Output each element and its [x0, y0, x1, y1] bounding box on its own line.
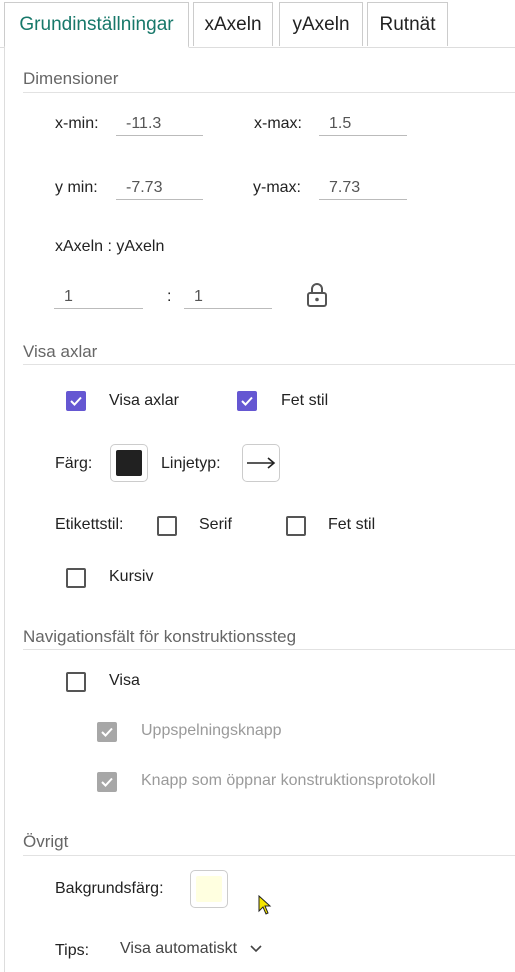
ymin-label: y min: [55, 179, 98, 196]
serif-label: Serif [199, 516, 232, 533]
ratio-y-input[interactable]: 1 [184, 285, 272, 309]
tab-rutnat[interactable]: Rutnät [367, 2, 448, 46]
chevron-down-icon [249, 945, 262, 953]
color-label: Färg: [55, 455, 93, 472]
tab-grundinstallningar[interactable]: Grundinställningar [4, 2, 189, 48]
arrow-right-icon [247, 457, 276, 469]
show-navigation-label: Visa [109, 672, 140, 689]
background-color-label: Bakgrundsfärg: [55, 880, 164, 897]
axis-ratio-label: xAxeln : yAxeln [55, 238, 165, 255]
axes-bold-label: Fet stil [281, 392, 329, 409]
serif-checkbox[interactable] [157, 516, 177, 536]
tips-dropdown[interactable]: Visa automatiskt [120, 940, 262, 962]
lock-icon[interactable] [306, 282, 328, 308]
tab-bar: Grundinställningar xAxeln yAxeln Rutnät [0, 0, 515, 48]
protocol-button-label: Knapp som öppnar konstruktionsprotokoll [141, 772, 436, 789]
italic-checkbox[interactable] [66, 568, 86, 588]
divider [23, 92, 515, 93]
background-color-swatch [196, 876, 222, 902]
ratio-x-input[interactable]: 1 [54, 285, 143, 309]
ymax-label: y-max: [253, 179, 301, 196]
axes-bold-checkbox[interactable] [237, 391, 257, 411]
xmin-input[interactable]: -11.3 [116, 112, 203, 136]
linetype-button[interactable] [242, 444, 280, 482]
xmin-label: x-min: [55, 115, 99, 132]
xmax-input[interactable]: 1.5 [319, 112, 407, 136]
play-button-label: Uppspelningsknapp [141, 722, 282, 739]
background-color-button[interactable] [190, 870, 228, 908]
mouse-cursor-icon [258, 894, 272, 915]
tips-dropdown-value: Visa automatiskt [120, 940, 238, 957]
tab-xaxeln[interactable]: xAxeln [193, 2, 273, 46]
ymax-input[interactable]: 7.73 [319, 176, 407, 200]
show-navigation-checkbox[interactable] [66, 672, 86, 692]
axis-color-button[interactable] [110, 444, 148, 482]
label-style-label: Etikettstil: [55, 516, 124, 533]
label-bold-label: Fet stil [328, 516, 376, 533]
italic-label: Kursiv [109, 568, 154, 585]
label-bold-checkbox[interactable] [286, 516, 306, 536]
section-visa-axlar-title: Visa axlar [23, 342, 98, 361]
ymin-input[interactable]: -7.73 [116, 176, 203, 200]
divider [23, 364, 515, 365]
section-ovrigt-title: Övrigt [23, 832, 69, 851]
tips-label: Tips: [55, 942, 90, 959]
ratio-separator: : [167, 288, 172, 305]
xmax-label: x-max: [254, 115, 302, 132]
divider [23, 855, 515, 856]
divider [23, 649, 515, 650]
section-navigation-title: Navigationsfält för konstruktionssteg [23, 627, 297, 646]
play-button-checkbox [97, 722, 117, 742]
protocol-button-checkbox [97, 772, 117, 792]
section-dimensioner-title: Dimensioner [23, 69, 119, 88]
linetype-label: Linjetyp: [161, 455, 221, 472]
show-axes-label: Visa axlar [109, 392, 179, 409]
show-axes-checkbox[interactable] [66, 391, 86, 411]
axis-color-swatch [116, 450, 142, 476]
tab-yaxeln[interactable]: yAxeln [279, 2, 363, 46]
